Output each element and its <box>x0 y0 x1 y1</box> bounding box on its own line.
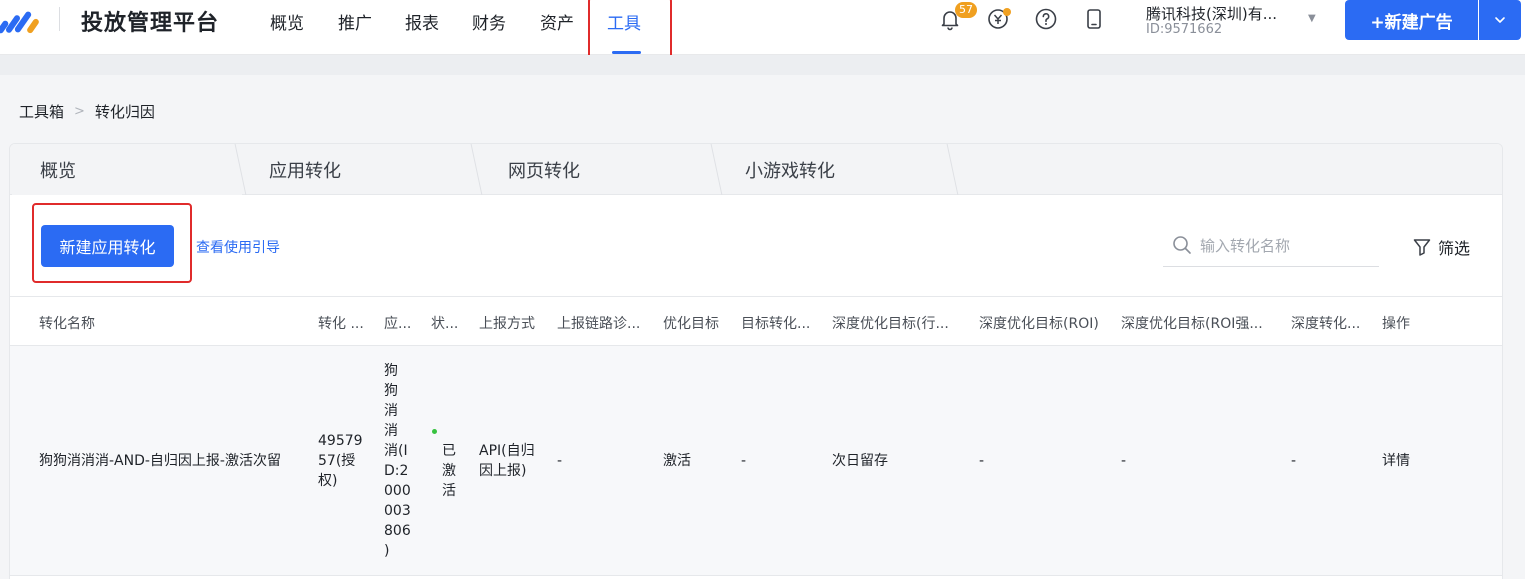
status-text: 已 激 活 <box>442 443 456 499</box>
conversion-card: 概览 应用转化 网页转化 小游戏转化 新建应用转化 查看使用引导 筛选 转化名称… <box>9 143 1503 579</box>
column-header[interactable]: 应... <box>384 313 424 333</box>
account-dropdown-icon[interactable]: ▼ <box>1308 13 1316 24</box>
deep-goal-roi: - <box>979 453 985 469</box>
nav-item-assets[interactable]: 资产 <box>540 9 574 34</box>
filter-label: 筛选 <box>1438 239 1471 258</box>
logo-divider <box>59 7 60 31</box>
account-id: ID:9571662 <box>1146 22 1223 37</box>
column-header[interactable]: 深度优化目标(ROI) <box>979 313 1114 333</box>
column-header[interactable]: 目标转化... <box>741 313 831 333</box>
deep-goal-action: 次日留存 <box>832 453 888 469</box>
account-name[interactable]: 腾讯科技(深圳)有... <box>1146 3 1277 24</box>
mobile-icon[interactable] <box>1082 7 1106 31</box>
help-icon[interactable] <box>1034 7 1058 31</box>
table-row: 狗狗消消消-AND-自归因上报-激活次留 49579 57(授 权) 狗 狗 消… <box>10 346 1502 576</box>
tab-web-conversion[interactable]: 网页转化 <box>480 144 716 195</box>
header-divider-strip <box>0 55 1525 75</box>
filter-button[interactable]: 筛选 <box>1412 235 1470 259</box>
column-header: 操作 <box>1382 316 1410 332</box>
notification-badge: 57 <box>955 2 977 18</box>
search-icon <box>1173 236 1191 254</box>
chevron-down-icon <box>1495 17 1505 23</box>
chevron-right-icon: > <box>74 104 85 119</box>
status-active-dot <box>432 429 437 434</box>
breadcrumb-current: 转化归因 <box>94 103 155 121</box>
target-conversion: - <box>741 453 747 469</box>
details-link[interactable]: 详情 <box>1382 451 1410 471</box>
tab-app-conversion[interactable]: 应用转化 <box>241 144 477 195</box>
deep-conversion: - <box>1291 453 1297 469</box>
app-title: 投放管理平台 <box>81 11 220 36</box>
usage-guide-link[interactable]: 查看使用引导 <box>196 237 280 257</box>
column-header[interactable]: 上报方式 <box>479 313 554 333</box>
tab-minigame-conversion[interactable]: 小游戏转化 <box>717 144 953 195</box>
nav-item-reports[interactable]: 报表 <box>405 9 439 34</box>
coin-dot-badge <box>1003 8 1011 16</box>
nav-item-finance[interactable]: 财务 <box>472 9 506 34</box>
nav-active-indicator <box>612 51 641 54</box>
breadcrumb-toolbox[interactable]: 工具箱 <box>19 101 64 122</box>
table-header: 转化名称 转化 ... 应... 状... 上报方式 上报链路诊... 优化目标… <box>10 296 1502 346</box>
new-ad-button[interactable]: +新建广告 <box>1345 0 1478 40</box>
nav-item-overview[interactable]: 概览 <box>270 9 304 34</box>
app-name: 狗 狗 消 消 消(I D:2 000 003 806 ) <box>384 363 411 559</box>
search-input[interactable] <box>1200 232 1375 260</box>
column-header[interactable]: 深度转化... <box>1291 313 1376 333</box>
conversion-id: 49579 57(授 权) <box>318 433 363 489</box>
logo-icon <box>0 11 39 34</box>
conversion-tabs: 概览 应用转化 网页转化 小游戏转化 <box>10 144 1502 195</box>
tab-overview[interactable]: 概览 <box>12 144 242 195</box>
nav-item-tools[interactable]: 工具 <box>607 9 641 34</box>
deep-goal-roi-strong: - <box>1121 453 1127 469</box>
filter-icon <box>1413 239 1431 256</box>
new-app-conversion-button[interactable]: 新建应用转化 <box>41 225 174 267</box>
breadcrumb: 工具箱 > 转化归因 <box>19 101 155 122</box>
toolbar: 新建应用转化 查看使用引导 筛选 <box>10 195 1502 296</box>
conversion-name: 狗狗消消消-AND-自归因上报-激活次留 <box>39 453 281 469</box>
report-method: API(自归 因上报) <box>479 443 535 479</box>
column-header[interactable]: 优化目标 <box>663 313 738 333</box>
optimization-goal: 激活 <box>663 453 691 469</box>
column-header[interactable]: 状... <box>431 313 471 333</box>
search-box <box>1163 229 1379 267</box>
column-header[interactable]: 转化名称 <box>39 313 299 333</box>
column-header[interactable]: 深度优化目标(行... <box>832 313 972 333</box>
column-header[interactable]: 上报链路诊... <box>557 313 657 333</box>
top-navigation-bar: 投放管理平台 概览 推广 报表 财务 资产 工具 57 腾讯科技(深圳)有...… <box>0 0 1525 68</box>
column-header[interactable]: 深度优化目标(ROI强... <box>1121 313 1286 333</box>
diagnosis-value: - <box>557 453 563 469</box>
new-ad-dropdown-button[interactable] <box>1479 0 1521 40</box>
column-header[interactable]: 转化 ... <box>318 313 378 333</box>
nav-item-promotion[interactable]: 推广 <box>338 9 372 34</box>
